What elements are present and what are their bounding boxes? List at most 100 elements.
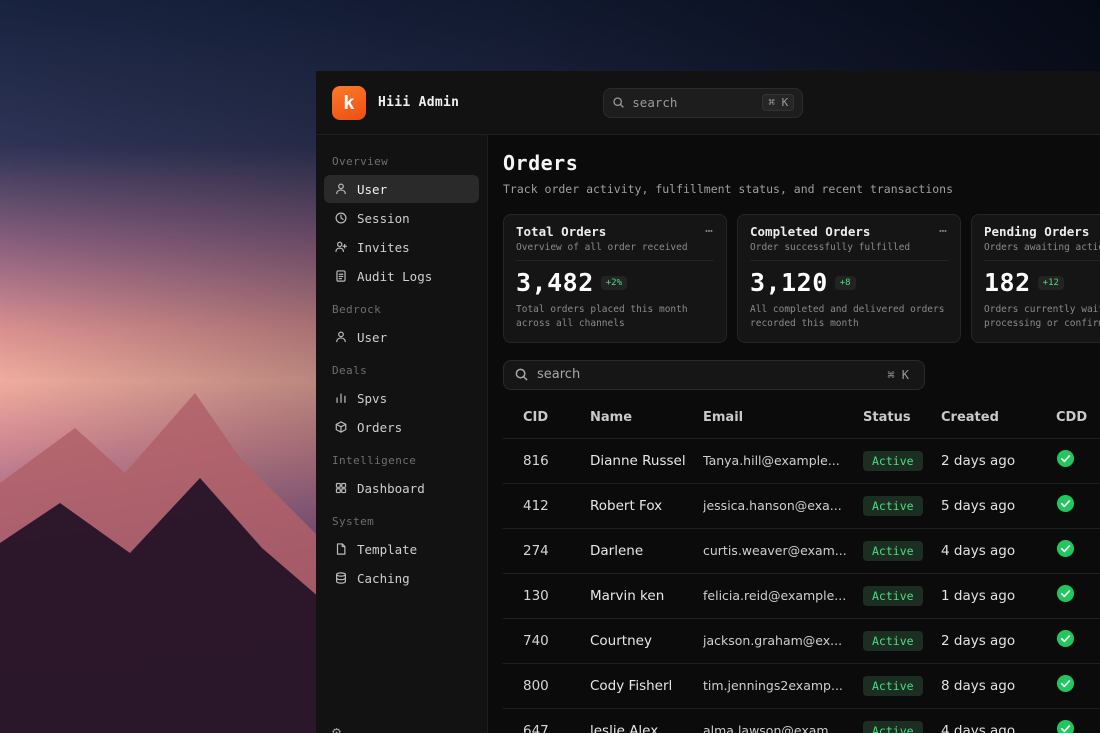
app-logo[interactable]: k [332,85,366,120]
sidebar-item-label: Invites [357,239,410,255]
settings-gear-icon[interactable]: ⚙ [332,723,341,733]
cell-status: Active [863,630,941,651]
table-row[interactable]: 740 Courtney jackson.graham@ex... Active… [503,617,1100,663]
brand-title: Hiii Admin [378,95,460,110]
table-header-row: CID Name Email Status Created CDD [503,398,1100,438]
sidebar-item-label: Template [357,541,418,557]
box-icon [333,420,348,435]
topbar: k Hiii Admin ⌘ K [316,71,1100,135]
cell-status: Active [863,675,941,696]
card-title: Total Orders [516,224,607,239]
card-subtitle: Overview of all order received [516,242,714,261]
clock-icon [333,211,348,226]
cell-cdd [1056,584,1100,607]
cell-name: Marvin ken [590,587,665,604]
sidebar-item-caching[interactable]: Caching [324,564,479,592]
check-circle-icon [1056,494,1075,513]
cell-cid: 800 [523,677,549,694]
page-title: Orders [503,151,579,175]
grid-icon [333,481,348,496]
table-row[interactable]: 274 Darlene curtis.weaver@exam... Active… [503,527,1100,573]
invite-user-icon [333,240,348,255]
card-description: All completed and delivered orders recor… [750,304,945,330]
column-header-name: Name [590,410,633,425]
cell-name: Robert Fox [590,497,663,514]
cell-status: Active [863,720,941,733]
cell-status: Active [863,585,941,606]
document-icon [333,269,348,284]
sidebar-item-label: Dashboard [357,480,425,496]
cell-cid: 130 [523,587,549,604]
table-row[interactable]: 816 Dianne Russel Tanya.hill@example... … [503,437,1100,483]
cell-cdd [1056,539,1100,562]
sidebar-section-bedrock: Bedrock [332,303,382,316]
status-badge: Active [863,496,923,516]
sidebar: Overview User Session Invites Audit Logs… [316,135,488,733]
status-badge: Active [863,721,923,733]
card-menu-button[interactable]: ⋯ [705,225,714,238]
check-circle-icon [1056,539,1075,558]
global-search-input[interactable] [632,95,756,110]
table-row[interactable]: 130 Marvin ken felicia.reid@example... A… [503,572,1100,618]
card-value: 3,120 [750,268,828,297]
sidebar-item-bedrock-user[interactable]: User [324,323,479,351]
column-header-email: Email [703,410,744,425]
sidebar-section-system: System [332,515,375,528]
column-header-cdd: CDD [1056,410,1088,425]
database-icon [333,571,348,586]
table-row[interactable]: 412 Robert Fox jessica.hanson@exa... Act… [503,482,1100,528]
cell-cid: 647 [523,722,549,733]
sidebar-item-dashboard[interactable]: Dashboard [324,474,479,502]
status-badge: Active [863,631,923,651]
column-header-status: Status [863,410,911,425]
table-row[interactable]: 647 leslie Alex alma.lawson@exam... Acti… [503,707,1100,733]
stat-cards-row: Total Orders ⋯ Overview of all order rec… [503,214,1100,343]
cell-cdd [1056,719,1100,733]
orders-table: CID Name Email Status Created CDD 816 Di… [503,398,1100,733]
card-subtitle: Order successfully fulfilled [750,242,948,261]
cell-created: 2 days ago [941,632,1016,649]
global-search[interactable]: ⌘ K [603,87,804,118]
sidebar-item-audit-logs[interactable]: Audit Logs [324,262,479,290]
table-search-shortcut-hint: ⌘ K [887,367,909,382]
cell-email: curtis.weaver@exam... [703,543,847,558]
cell-email: jessica.hanson@exa... [703,498,842,513]
cell-status: Active [863,495,941,516]
sidebar-item-label: Audit Logs [357,268,433,284]
check-circle-icon [1056,674,1075,693]
cell-created: 5 days ago [941,497,1016,514]
table-row[interactable]: 800 Cody Fisherl tim.jennings2examp... A… [503,662,1100,708]
check-circle-icon [1056,629,1075,648]
cell-status: Active [863,450,941,471]
table-search-input[interactable] [537,367,875,382]
status-badge: Active [863,541,923,561]
cell-created: 4 days ago [941,722,1016,733]
sidebar-item-spvs[interactable]: Spvs [324,384,479,412]
sidebar-item-label: User [357,181,388,197]
sidebar-item-invites[interactable]: Invites [324,233,479,261]
table-search[interactable]: ⌘ K [503,359,925,390]
sidebar-item-session[interactable]: Session [324,204,479,232]
sidebar-item-user[interactable]: User [324,175,479,203]
cell-created: 8 days ago [941,677,1016,694]
card-menu-button[interactable]: ⋯ [939,225,948,238]
user-icon [333,330,348,345]
card-description: Total orders placed this month across al… [516,304,688,330]
sidebar-item-template[interactable]: Template [324,535,479,563]
sidebar-item-label: Session [357,210,410,226]
cell-cid: 412 [523,497,549,514]
user-icon [333,182,348,197]
card-title: Completed Orders [750,224,871,239]
status-badge: Active [863,451,923,471]
card-subtitle: Orders awaiting action [984,242,1100,261]
sidebar-section-intelligence: Intelligence [332,454,417,467]
sidebar-item-orders[interactable]: Orders [324,413,479,441]
search-shortcut-hint: ⌘ K [762,94,795,111]
cell-cid: 740 [523,632,549,649]
page-subtitle: Track order activity, fulfillment status… [503,182,954,196]
cell-name: Dianne Russel [590,452,686,469]
cell-created: 2 days ago [941,452,1016,469]
card-trend-badge: +8 [834,275,856,290]
card-title: Pending Orders [984,224,1090,239]
search-icon [613,97,625,108]
